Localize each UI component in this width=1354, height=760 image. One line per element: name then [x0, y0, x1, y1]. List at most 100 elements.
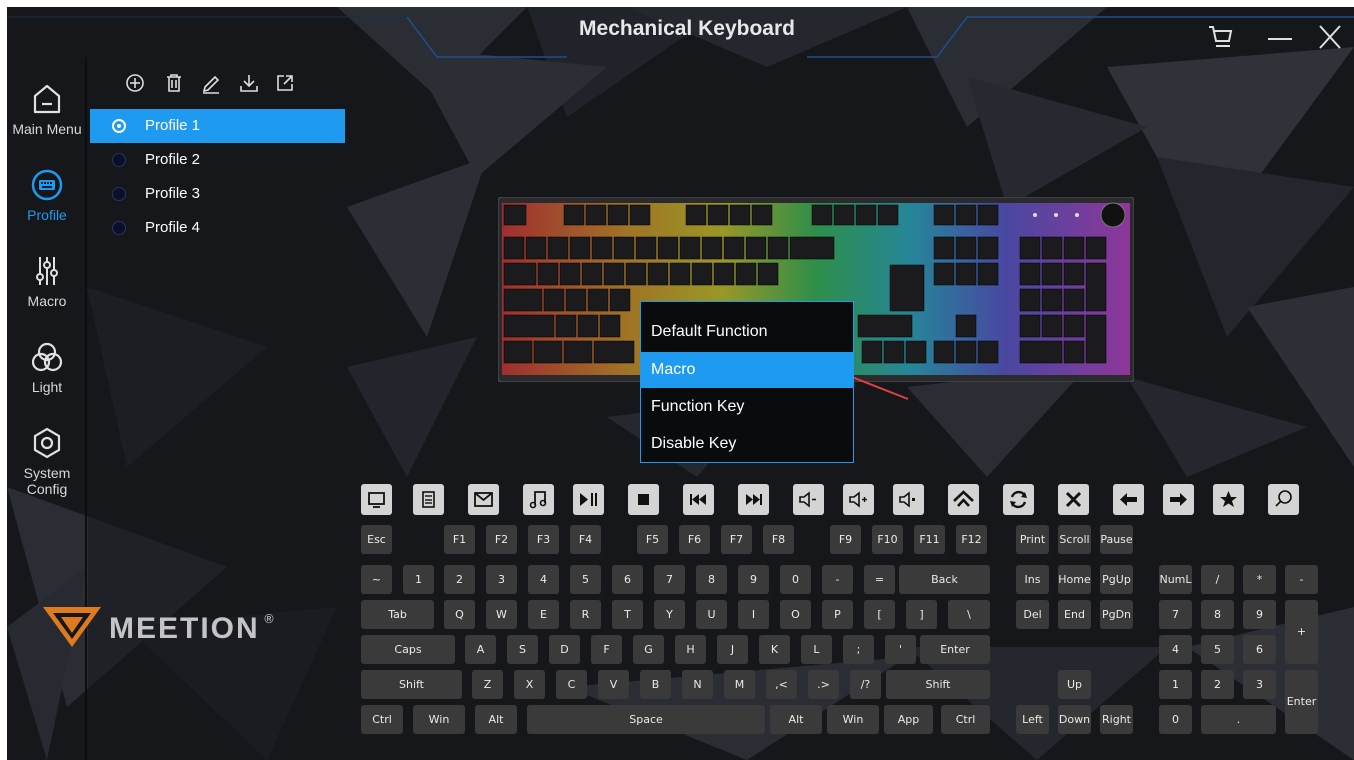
menu-item-macro[interactable]: Macro — [641, 352, 853, 388]
key-f12[interactable]: F12 — [956, 525, 987, 554]
key-q[interactable]: Q — [444, 600, 475, 629]
key-f5[interactable]: F5 — [637, 525, 668, 554]
key-y[interactable]: Y — [654, 600, 685, 629]
key-equal[interactable]: = — [864, 565, 895, 594]
key-u[interactable]: U — [696, 600, 727, 629]
key-e[interactable]: E — [528, 600, 559, 629]
minimize-button[interactable] — [1263, 19, 1297, 53]
key-i[interactable]: I — [738, 600, 769, 629]
key-backslash[interactable]: \ — [948, 600, 990, 629]
key-m[interactable]: M — [724, 670, 755, 699]
key-period[interactable]: .> — [808, 670, 839, 699]
key-numpad-divide[interactable]: / — [1201, 565, 1234, 594]
browser-home-key[interactable] — [948, 484, 979, 515]
key-numpad-8[interactable]: 8 — [1201, 600, 1234, 629]
music-key[interactable] — [523, 484, 554, 515]
key-del[interactable]: Del — [1016, 600, 1049, 629]
nav-profile[interactable]: Profile — [7, 167, 87, 223]
key-right-win[interactable]: Win — [827, 705, 879, 734]
key-0[interactable]: 0 — [780, 565, 811, 594]
key-left-bracket[interactable]: [ — [864, 600, 895, 629]
key-7[interactable]: 7 — [654, 565, 685, 594]
key-f2[interactable]: F2 — [486, 525, 517, 554]
nav-system-config[interactable]: System Config — [7, 425, 87, 497]
key-f7[interactable]: F7 — [721, 525, 752, 554]
play-pause-key[interactable] — [573, 484, 604, 515]
nav-light[interactable]: Light — [7, 339, 87, 395]
cart-button[interactable] — [1203, 19, 1237, 53]
key-t[interactable]: T — [612, 600, 643, 629]
key-left-win[interactable]: Win — [413, 705, 465, 734]
key-left-shift[interactable]: Shift — [361, 670, 462, 699]
menu-item-disable-key[interactable]: Disable Key — [641, 426, 853, 462]
refresh-key[interactable] — [1003, 484, 1034, 515]
key-right-ctrl[interactable]: Ctrl — [941, 705, 990, 734]
add-profile-button[interactable] — [124, 72, 146, 94]
key-down-arrow[interactable]: Down — [1058, 705, 1091, 734]
key-semicolon[interactable]: ; — [843, 635, 874, 664]
key-j[interactable]: J — [717, 635, 748, 664]
key-right-shift[interactable]: Shift — [886, 670, 990, 699]
key-2[interactable]: 2 — [444, 565, 475, 594]
key-f[interactable]: F — [591, 635, 622, 664]
delete-profile-button[interactable] — [163, 72, 185, 94]
key-5[interactable]: 5 — [570, 565, 601, 594]
key-home[interactable]: Home — [1058, 565, 1091, 594]
nav-macro[interactable]: Macro — [7, 253, 87, 309]
edit-profile-button[interactable] — [200, 72, 222, 94]
key-minus[interactable]: - — [822, 565, 853, 594]
stop-key[interactable] — [628, 484, 659, 515]
key-numpad-5[interactable]: 5 — [1201, 635, 1234, 664]
key-numpad-1[interactable]: 1 — [1159, 670, 1192, 699]
key-app[interactable]: App — [884, 705, 933, 734]
volume-up-key[interactable] — [843, 484, 874, 515]
key-8[interactable]: 8 — [696, 565, 727, 594]
key-x[interactable]: X — [514, 670, 545, 699]
profile-item-3[interactable]: Profile 3 — [90, 177, 345, 211]
key-numpad-3[interactable]: 3 — [1243, 670, 1276, 699]
key-o[interactable]: O — [780, 600, 811, 629]
key-r[interactable]: R — [570, 600, 601, 629]
key-esc[interactable]: Esc — [361, 525, 392, 554]
mail-key[interactable] — [468, 484, 499, 515]
key-numlock[interactable]: NumL — [1159, 565, 1192, 594]
previous-track-key[interactable] — [683, 484, 714, 515]
key-d[interactable]: D — [549, 635, 580, 664]
key-pause[interactable]: Pause — [1100, 525, 1133, 554]
next-track-key[interactable] — [738, 484, 769, 515]
key-f9[interactable]: F9 — [830, 525, 861, 554]
key-ins[interactable]: Ins — [1016, 565, 1049, 594]
menu-item-function-key[interactable]: Function Key — [641, 389, 853, 425]
key-k[interactable]: K — [759, 635, 790, 664]
key-end[interactable]: End — [1058, 600, 1091, 629]
key-f3[interactable]: F3 — [528, 525, 559, 554]
key-numpad-7[interactable]: 7 — [1159, 600, 1192, 629]
key-left-ctrl[interactable]: Ctrl — [361, 705, 403, 734]
key-space[interactable]: Space — [527, 705, 765, 734]
key-s[interactable]: S — [507, 635, 538, 664]
import-profile-button[interactable] — [238, 72, 260, 94]
key-f8[interactable]: F8 — [763, 525, 794, 554]
key-numpad-minus[interactable]: - — [1285, 565, 1318, 594]
calculator-key[interactable] — [413, 484, 444, 515]
key-right-bracket[interactable]: ] — [906, 600, 937, 629]
key-f1[interactable]: F1 — [444, 525, 475, 554]
key-l[interactable]: L — [801, 635, 832, 664]
key-numpad-plus[interactable]: + — [1285, 600, 1318, 664]
search-key[interactable] — [1268, 484, 1299, 515]
key-numpad-0[interactable]: 0 — [1159, 705, 1192, 734]
favorites-key[interactable] — [1213, 484, 1244, 515]
key-print[interactable]: Print — [1016, 525, 1049, 554]
key-4[interactable]: 4 — [528, 565, 559, 594]
key-numpad-2[interactable]: 2 — [1201, 670, 1234, 699]
key-f10[interactable]: F10 — [872, 525, 903, 554]
key-b[interactable]: B — [640, 670, 671, 699]
key-n[interactable]: N — [682, 670, 713, 699]
key-6[interactable]: 6 — [612, 565, 643, 594]
nav-main-menu[interactable]: Main Menu — [7, 81, 87, 137]
key-numpad-4[interactable]: 4 — [1159, 635, 1192, 664]
profile-item-2[interactable]: Profile 2 — [90, 143, 345, 177]
key-p[interactable]: P — [822, 600, 853, 629]
key-backspace[interactable]: Back — [899, 565, 990, 594]
key-v[interactable]: V — [598, 670, 629, 699]
